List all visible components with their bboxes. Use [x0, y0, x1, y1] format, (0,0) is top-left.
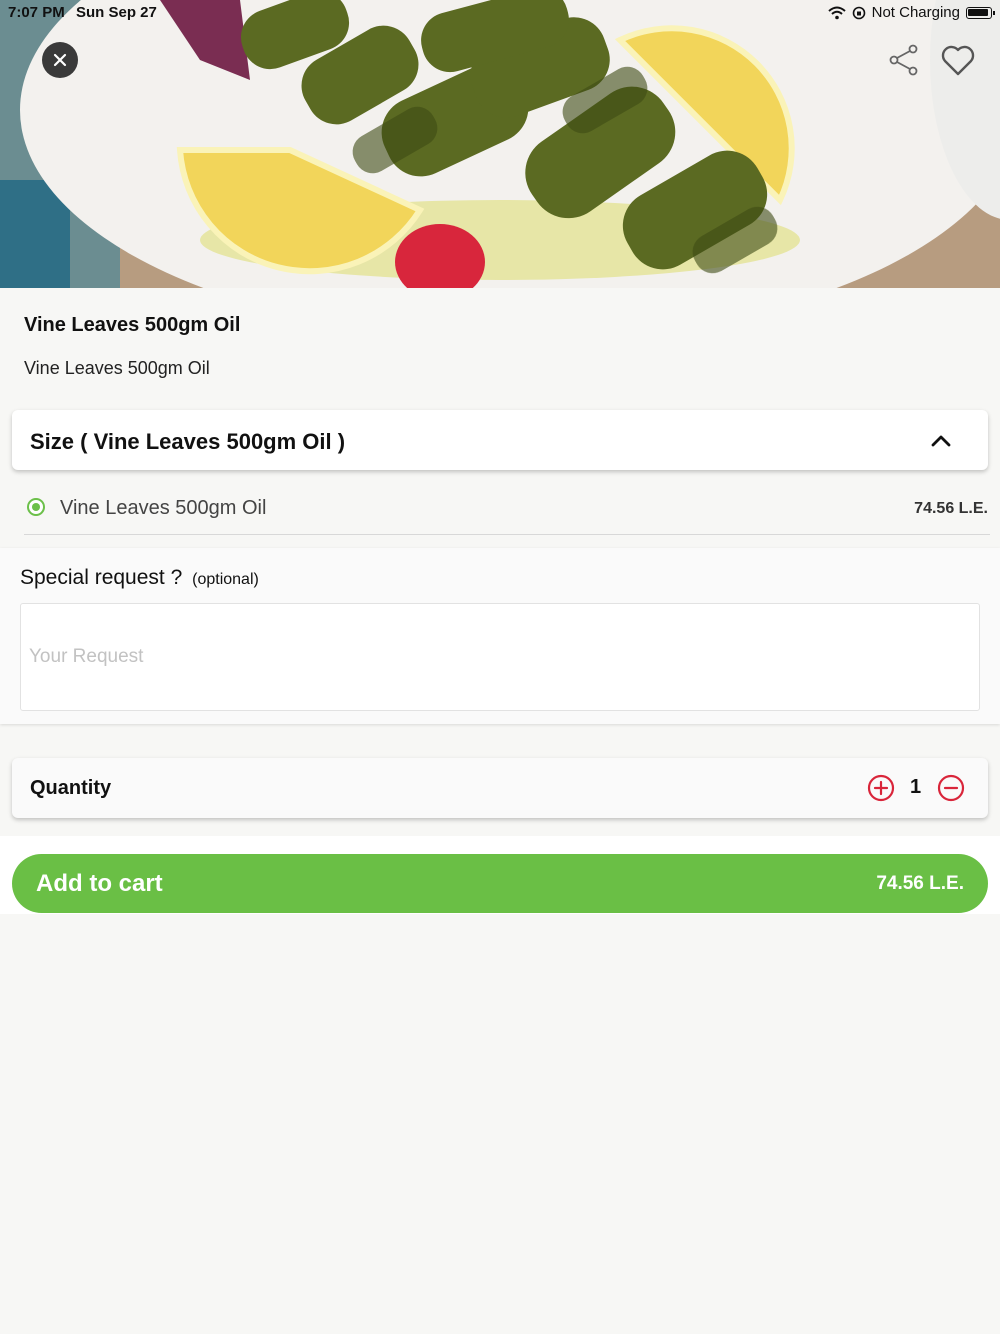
minus-circle-icon[interactable]	[937, 774, 965, 802]
size-section-title: Size ( Vine Leaves 500gm Oil )	[30, 429, 346, 454]
battery-icon	[966, 6, 995, 19]
special-request-section: Special request ? (optional)	[0, 548, 1000, 724]
add-to-cart-button[interactable]: Add to cart 74.56 L.E.	[12, 854, 988, 913]
size-option[interactable]: Vine Leaves 500gm Oil 74.56 L.E.	[24, 480, 990, 535]
special-request-label: Special request ? (optional)	[20, 566, 259, 590]
orientation-lock-icon	[852, 6, 865, 19]
product-description: Vine Leaves 500gm Oil	[24, 358, 210, 378]
quantity-label: Quantity	[30, 777, 112, 799]
size-section-header[interactable]: Size ( Vine Leaves 500gm Oil )	[12, 410, 988, 470]
product-image: 7:07 PM Sun Sep 27 Not Charging	[0, 0, 1000, 288]
product-header: Vine Leaves 500gm Oil Vine Leaves 500gm …	[0, 288, 1000, 398]
special-request-input[interactable]	[20, 603, 980, 711]
wifi-icon	[827, 6, 846, 19]
status-time: 7:07 PM	[8, 4, 65, 21]
charging-status: Not Charging	[871, 4, 960, 21]
product-title: Vine Leaves 500gm Oil	[24, 314, 241, 336]
radio-selected-icon[interactable]	[27, 498, 45, 516]
share-icon	[889, 44, 918, 76]
status-date: Sun Sep 27	[76, 4, 157, 21]
close-icon	[53, 53, 67, 67]
cart-bar: Add to cart 74.56 L.E.	[0, 836, 1000, 914]
special-request-title: Special request ?	[20, 566, 183, 589]
quantity-value: 1	[910, 776, 922, 798]
close-button[interactable]	[42, 42, 78, 78]
food-photo	[0, 0, 1000, 288]
quantity-stepper: Quantity 1	[12, 758, 988, 818]
favorite-button[interactable]	[938, 40, 978, 80]
status-bar: 7:07 PM Sun Sep 27 Not Charging	[0, 0, 1000, 26]
heart-icon	[941, 45, 975, 76]
chevron-up-icon	[931, 435, 951, 447]
size-option-price: 74.56 L.E.	[914, 500, 988, 517]
add-to-cart-label: Add to cart	[36, 870, 163, 897]
share-button[interactable]	[886, 42, 922, 78]
plus-circle-icon[interactable]	[867, 774, 895, 802]
cart-total-price: 74.56 L.E.	[876, 873, 964, 894]
size-option-label: Vine Leaves 500gm Oil	[60, 497, 267, 519]
status-right: Not Charging	[827, 4, 995, 21]
optional-hint: (optional)	[192, 571, 259, 588]
